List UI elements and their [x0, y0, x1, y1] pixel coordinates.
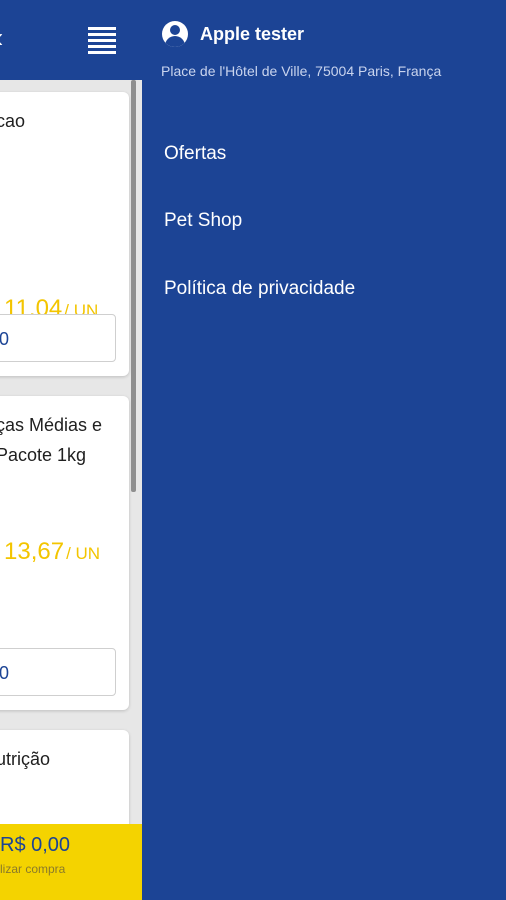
product-card[interactable]: cao 11,04/ UN 0 — [0, 92, 129, 376]
user-name: Apple tester — [200, 23, 305, 44]
drawer-item-ofertas[interactable]: Ofertas — [164, 143, 226, 165]
quantity-field[interactable]: 0 — [0, 648, 116, 696]
list-icon[interactable] — [88, 27, 116, 55]
navigation-drawer: Apple tester Place de l'Hôtel de Ville, … — [142, 0, 506, 900]
scrollbar[interactable] — [131, 80, 136, 492]
product-list-screen: ‹ cao 11,04/ UN 0 ças Médias e Pacote 1k… — [0, 0, 142, 900]
quantity-field[interactable]: 0 — [0, 314, 116, 362]
product-name: ças Médias e Pacote 1kg — [0, 415, 103, 465]
product-card[interactable]: ças Médias e Pacote 1kg 13,67/ UN 0 — [0, 396, 129, 710]
drawer-user[interactable]: Apple tester — [162, 20, 304, 48]
cart-hint: lizar compra — [0, 862, 66, 876]
user-account-icon — [162, 21, 188, 47]
drawer-item-pet-shop[interactable]: Pet Shop — [164, 210, 242, 232]
product-name: utrição — [0, 749, 51, 769]
app-header: ‹ — [0, 0, 142, 80]
product-name: cao — [0, 111, 26, 131]
user-address: Place de l'Hôtel de Ville, 75004 Paris, … — [161, 63, 442, 79]
cart-bar[interactable]: R$ 0,00 lizar compra — [0, 824, 142, 900]
back-icon[interactable]: ‹ — [0, 22, 3, 54]
cart-total: R$ 0,00 — [0, 834, 71, 856]
drawer-item-privacy-policy[interactable]: Política de privacidade — [164, 278, 355, 300]
product-price: 13,67/ UN — [4, 538, 101, 565]
